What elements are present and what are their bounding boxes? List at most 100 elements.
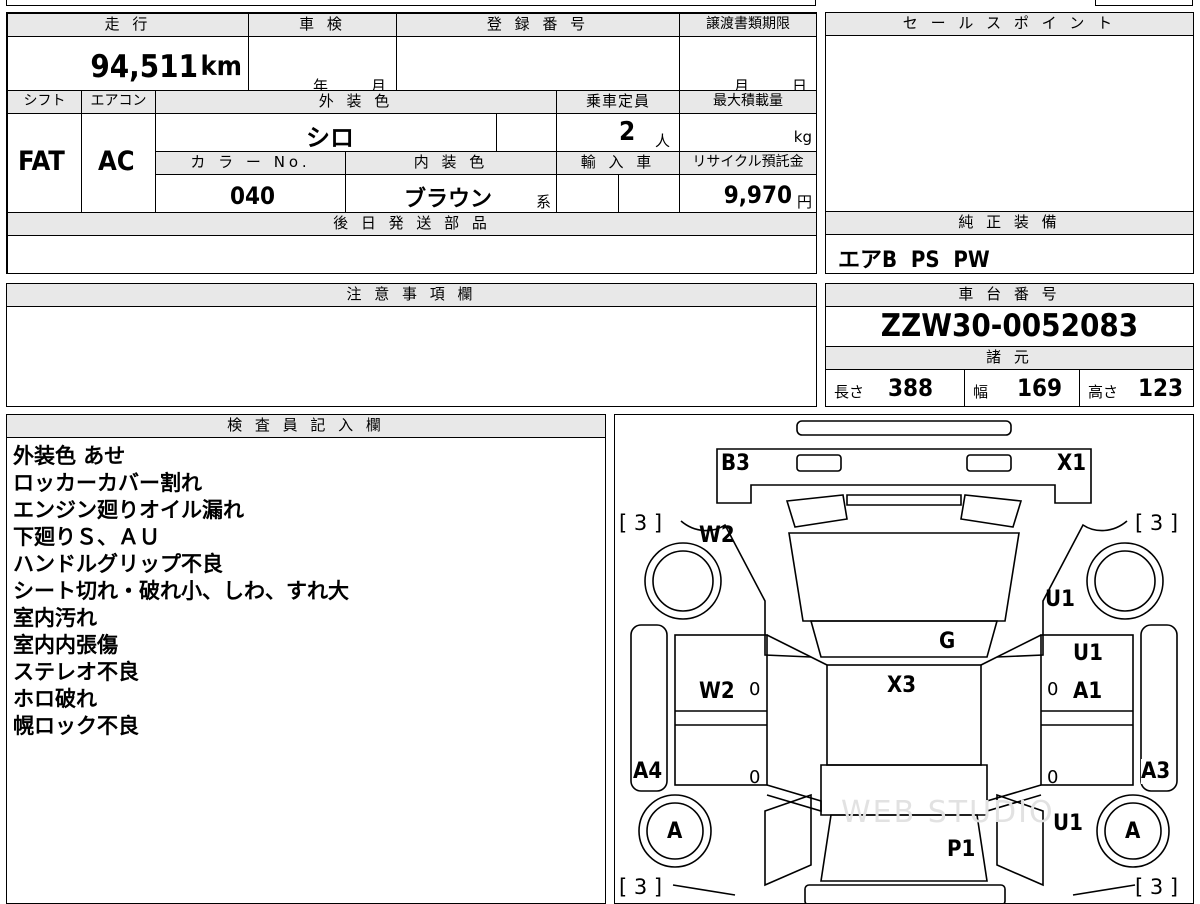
- inspector-line: ホロ破れ: [13, 687, 97, 711]
- interior-color-suffix: 系: [536, 193, 552, 211]
- shift-value: FAT: [18, 146, 65, 177]
- interior-color-label: 内 装 色: [345, 151, 557, 175]
- notes-label: 注 意 事 項 欄: [6, 283, 817, 307]
- inspector-line: 幌ロック不良: [13, 714, 139, 738]
- shift-label: シフト: [7, 90, 82, 114]
- sales-point-box: セ ー ル ス ポ イ ン ト: [825, 12, 1194, 212]
- zero-reading: 0: [1047, 679, 1059, 700]
- inspector-line: エンジン廻りオイル漏れ: [13, 498, 244, 522]
- mileage-unit: km: [200, 51, 242, 82]
- car-outline-drawing: [630, 420, 1178, 903]
- recycle-cell: 9,970 円: [679, 174, 817, 213]
- mark-p1: P1: [947, 837, 976, 862]
- aircon-value: AC: [98, 146, 135, 177]
- mark-u1-mid: U1: [1073, 641, 1103, 666]
- max-load-label: 最大積載量: [679, 90, 817, 114]
- inspector-line: 外装色 あせ: [13, 444, 126, 468]
- inspector-lines: 外装色 あせ ロッカーカバー割れ エンジン廻りオイル漏れ 下廻りＳ、ＡＵ ハンド…: [13, 443, 349, 740]
- inspector-line: ハンドルグリップ不良: [13, 552, 223, 576]
- recycle-label: リサイクル預託金: [679, 151, 817, 175]
- inspection-label: 車 検: [248, 13, 397, 37]
- tread-top-left: [ 3 ]: [619, 511, 663, 535]
- capacity-value: 2: [619, 117, 636, 147]
- equipment-value: エアB PS PW: [838, 248, 990, 273]
- exterior-color-label: 外 装 色: [155, 90, 557, 114]
- exterior-color-sub-cell: [496, 113, 557, 152]
- spec-length-value: 388: [888, 374, 934, 402]
- damage-diagram: [ 3 ] [ 3 ] [ 3 ] [ 3 ] B3 X1 W2 U1 G U1…: [614, 414, 1194, 904]
- mark-a4: A4: [633, 759, 663, 784]
- exterior-color-value: シロ: [306, 124, 354, 152]
- interior-color-value: ブラウン: [404, 187, 493, 212]
- top-cutoff-right: [1095, 0, 1193, 6]
- chassis-box: 車 台 番 号 ZZW30-0052083 諸 元 長さ 388 幅 169 高…: [825, 283, 1194, 407]
- spec-height-label: 高さ: [1088, 383, 1119, 401]
- inspector-line: ロッカーカバー割れ: [13, 471, 202, 495]
- spec-height-value: 123: [1138, 374, 1184, 402]
- spec-width-cell: 幅 169: [964, 369, 1080, 407]
- mark-a3: A3: [1141, 759, 1171, 784]
- registration-label: 登 録 番 号: [396, 13, 680, 37]
- capacity-unit: 人: [655, 132, 671, 150]
- mark-a1: A1: [1073, 679, 1103, 704]
- mark-x1: X1: [1057, 451, 1087, 476]
- inspector-line: ステレオ不良: [13, 660, 139, 684]
- zero-reading: 0: [749, 767, 761, 788]
- recycle-value: 9,970: [723, 181, 792, 209]
- zero-reading: 0: [1047, 767, 1059, 788]
- mark-tire-left: A: [667, 819, 683, 844]
- color-no-label: カ ラ ー No.: [155, 151, 346, 175]
- mark-u1-right: U1: [1045, 587, 1075, 612]
- spec-width-label: 幅: [973, 383, 989, 401]
- import-cell-b: [618, 174, 680, 213]
- import-label: 輸 入 車: [556, 151, 680, 175]
- aircon-cell: AC: [81, 113, 156, 213]
- spec-length-cell: 長さ 388: [825, 369, 965, 407]
- max-load-cell: kg: [679, 113, 817, 152]
- color-no-value: 040: [230, 182, 276, 210]
- zero-reading: 0: [749, 679, 761, 700]
- mark-g: G: [939, 629, 956, 654]
- import-cell-a: [556, 174, 619, 213]
- spec-width-value: 169: [1017, 374, 1063, 402]
- mileage-label: 走 行: [7, 13, 249, 37]
- equipment-label: 純 正 装 備: [825, 211, 1194, 235]
- transfer-deadline-label: 譲渡書類期限: [679, 13, 817, 37]
- mileage-value: 94,511: [90, 49, 198, 85]
- chassis-value: ZZW30-0052083: [880, 308, 1139, 344]
- aircon-label: エアコン: [81, 90, 156, 114]
- inspector-line: 下廻りＳ、ＡＵ: [13, 525, 160, 549]
- equipment-box: 純 正 装 備 エアB PS PW: [825, 211, 1194, 274]
- color-no-cell: 040: [155, 174, 346, 213]
- capacity-label: 乗車定員: [556, 90, 680, 114]
- capacity-cell: 2 人: [556, 113, 680, 152]
- tread-bottom-left: [ 3 ]: [619, 875, 663, 899]
- shift-cell: FAT: [7, 113, 82, 213]
- summary-table: 走 行 車 検 登 録 番 号 譲渡書類期限 94,511 km 年 月 月 日…: [6, 12, 817, 274]
- top-cutoff-row: [6, 0, 816, 6]
- mark-w2-mid: W2: [699, 679, 735, 704]
- sales-point-label: セ ー ル ス ポ イ ン ト: [825, 12, 1194, 36]
- inspector-line: 室内内張傷: [13, 633, 118, 657]
- spec-length-label: 長さ: [834, 383, 865, 401]
- watermark: WEB STUDIO: [841, 795, 1055, 830]
- notes-box: 注 意 事 項 欄: [6, 283, 817, 407]
- spec-height-cell: 高さ 123: [1079, 369, 1194, 407]
- tread-bottom-right: [ 3 ]: [1135, 875, 1179, 899]
- mark-tire-right: A: [1125, 819, 1141, 844]
- max-load-unit: kg: [793, 128, 812, 146]
- inspector-label: 検 査 員 記 入 欄: [6, 414, 606, 438]
- exterior-color-cell: シロ: [155, 113, 497, 152]
- recycle-unit: 円: [796, 193, 812, 211]
- interior-color-cell: ブラウン 系: [345, 174, 557, 213]
- specs-label: 諸 元: [825, 346, 1194, 370]
- inspector-box: 検 査 員 記 入 欄 外装色 あせ ロッカーカバー割れ エンジン廻りオイル漏れ…: [6, 414, 606, 904]
- mark-u1-low: U1: [1053, 811, 1083, 836]
- chassis-label: 車 台 番 号: [825, 283, 1194, 307]
- mark-x3: X3: [887, 673, 917, 698]
- tread-top-right: [ 3 ]: [1135, 511, 1179, 535]
- inspector-line: シート切れ・破れ小、しわ、すれ大: [13, 579, 349, 603]
- later-parts-label: 後 日 発 送 部 品: [7, 212, 817, 236]
- inspector-line: 室内汚れ: [13, 606, 97, 630]
- later-parts-cell: [7, 235, 817, 274]
